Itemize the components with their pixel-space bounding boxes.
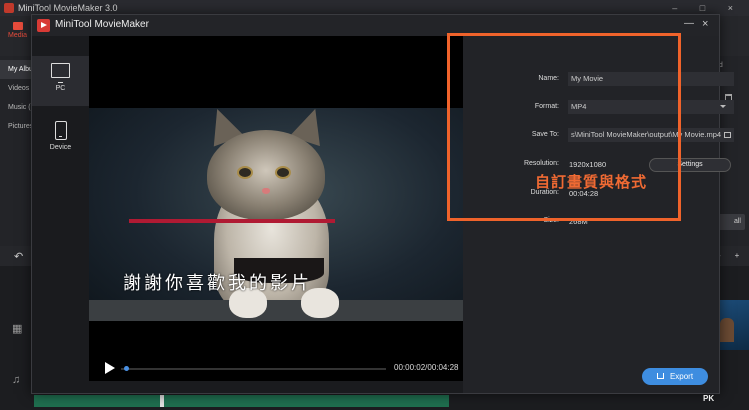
- video-frame[interactable]: 謝謝你喜歡我的影片: [89, 108, 463, 321]
- callout-text: 自訂畫質與格式: [535, 174, 648, 191]
- folder-icon[interactable]: [724, 132, 731, 138]
- cat-eye-right: [275, 166, 291, 179]
- cat-head: [207, 130, 325, 220]
- media-tab-label: Media: [8, 32, 28, 39]
- playback-controls: 00:00:02/00:04:28: [89, 356, 463, 381]
- music-track-icon: ♫: [12, 374, 21, 386]
- playback-time: 00:00:02/00:04:28: [394, 363, 459, 372]
- moviemaker-logo-icon: [37, 19, 50, 32]
- device-mobile-label: Device: [49, 144, 72, 151]
- app-title: MiniTool MovieMaker 3.0: [18, 3, 118, 13]
- video-track-icon: ▦: [12, 323, 23, 335]
- highlight-box: [447, 33, 681, 221]
- monitor-icon: [51, 63, 70, 83]
- dialog-title: MiniTool MovieMaker: [55, 19, 149, 30]
- sidebar-item-videos[interactable]: Videos: [0, 79, 34, 98]
- seek-handle[interactable]: [123, 366, 129, 371]
- minimize-button[interactable]: —: [684, 18, 694, 29]
- sidebar-item-pictures[interactable]: Pictures: [0, 117, 34, 136]
- play-icon[interactable]: [105, 362, 115, 374]
- video-preview: 謝謝你喜歡我的影片 00:00:02/00:04:28: [89, 36, 463, 381]
- chevron-down-icon: [720, 105, 726, 108]
- phone-icon: [54, 121, 67, 140]
- undo-icon[interactable]: ↶: [14, 250, 23, 263]
- app-logo-icon: [4, 3, 14, 13]
- sidebar-item-music[interactable]: Music (: [0, 98, 34, 117]
- device-pc-label: PC: [55, 85, 66, 92]
- zoom-controls[interactable]: – +: [716, 251, 745, 260]
- seek-bar[interactable]: [121, 368, 386, 370]
- cat-eye-left: [237, 166, 253, 179]
- watermark-logo: PK: [703, 394, 715, 403]
- folder-icon: [12, 22, 23, 30]
- device-pc[interactable]: PC: [32, 56, 89, 106]
- close-button[interactable]: ×: [702, 18, 708, 30]
- device-panel: PC Device: [32, 36, 89, 393]
- export-button[interactable]: Export: [642, 368, 708, 385]
- screen: MiniTool MovieMaker 3.0 – □ × Media My A…: [0, 0, 749, 410]
- media-sidebar: My Album Videos Music ( Pictures: [0, 56, 34, 246]
- audio-clip[interactable]: [34, 395, 449, 407]
- playhead-marker[interactable]: [160, 395, 164, 407]
- cat-nose: [262, 188, 270, 194]
- media-tab[interactable]: Media: [8, 22, 27, 39]
- video-subtitle: 謝謝你喜歡我的影片: [123, 273, 312, 293]
- export-button-label: Export: [669, 372, 694, 381]
- ground: [89, 300, 463, 321]
- upload-icon: [656, 373, 664, 379]
- sidebar-item-my-album[interactable]: My Album: [0, 60, 34, 79]
- annotation-line: [129, 219, 335, 223]
- device-mobile[interactable]: Device: [32, 114, 89, 164]
- clip-thumbnail-figure: [720, 318, 734, 342]
